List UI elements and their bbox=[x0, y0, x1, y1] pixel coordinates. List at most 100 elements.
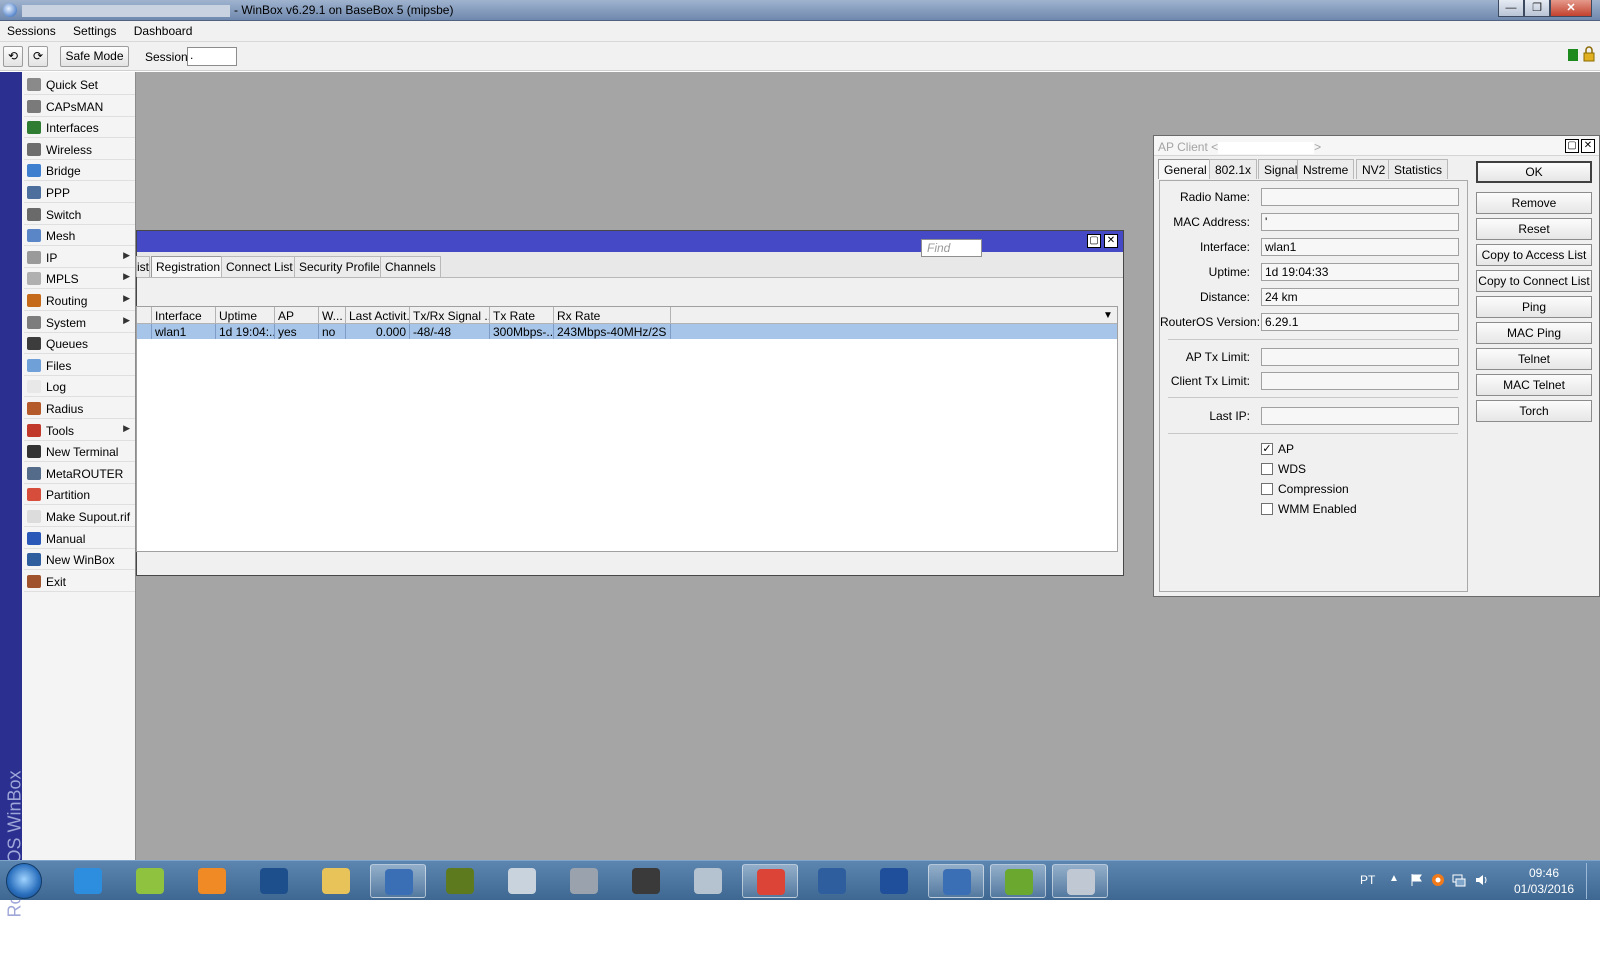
ping-button[interactable]: Ping bbox=[1476, 296, 1592, 318]
ok-button[interactable]: OK bbox=[1476, 161, 1592, 183]
wireless-maximize-icon[interactable]: ▢ bbox=[1087, 234, 1101, 248]
taskbar-app-winbox-taskbar[interactable] bbox=[370, 864, 426, 898]
tab-8021x[interactable]: 802.1x bbox=[1209, 159, 1258, 179]
undo-button[interactable]: ⟲ bbox=[3, 46, 23, 67]
ap-client-titlebar[interactable]: AP Client < > ▢ ✕ bbox=[1154, 136, 1599, 156]
avast-icon[interactable] bbox=[1431, 873, 1445, 887]
sidebar-item-switch[interactable]: Switch bbox=[24, 204, 135, 225]
sidebar-item-quick-set[interactable]: Quick Set bbox=[24, 74, 135, 95]
taskbar-app-network-tool[interactable] bbox=[804, 864, 860, 898]
wds-checkbox[interactable] bbox=[1261, 463, 1273, 475]
column-header-last-activity[interactable]: Last Activit... bbox=[346, 307, 410, 324]
sidebar-item-partition[interactable]: Partition bbox=[24, 484, 135, 506]
show-desktop-button[interactable] bbox=[1586, 863, 1598, 899]
mac-telnet-button[interactable]: MAC Telnet bbox=[1476, 374, 1592, 396]
menu-sessions[interactable]: Sessions bbox=[0, 21, 63, 38]
language-indicator[interactable]: PT bbox=[1360, 873, 1375, 887]
taskbar-app-usb-stick[interactable] bbox=[556, 864, 612, 898]
mac-ping-button[interactable]: MAC Ping bbox=[1476, 322, 1592, 344]
sidebar-item-interfaces[interactable]: Interfaces bbox=[24, 117, 135, 139]
column-header-wds[interactable]: W... bbox=[319, 307, 346, 324]
redo-button[interactable]: ⟳ bbox=[28, 46, 48, 67]
sidebar-item-manual[interactable]: Manual bbox=[24, 528, 135, 549]
sidebar-item-exit[interactable]: Exit bbox=[24, 571, 135, 592]
reset-button[interactable]: Reset bbox=[1476, 218, 1592, 240]
sidebar-item-radius[interactable]: Radius bbox=[24, 398, 135, 419]
sidebar-item-metarouter[interactable]: MetaROUTER bbox=[24, 463, 135, 484]
table-row[interactable]: wlan1 1d 19:04:... yes no 0.000 -48/-48 … bbox=[137, 324, 1117, 339]
column-header-interface[interactable]: Interface bbox=[152, 307, 216, 324]
tab-channels[interactable]: Channels bbox=[380, 256, 441, 277]
taskbar-app-utorrent[interactable] bbox=[990, 864, 1046, 898]
columns-dropdown-icon[interactable]: ▼ bbox=[1099, 307, 1117, 324]
sidebar-item-tools[interactable]: Tools ▶ bbox=[24, 420, 135, 441]
tab-access-list[interactable]: ist bbox=[136, 256, 150, 277]
taskbar-app-network-computer[interactable] bbox=[680, 864, 736, 898]
menu-settings[interactable]: Settings bbox=[66, 21, 123, 38]
sidebar-item-wireless[interactable]: Wireless bbox=[24, 139, 135, 160]
compression-checkbox[interactable] bbox=[1261, 483, 1273, 495]
taskbar-app-internet-explorer[interactable] bbox=[60, 864, 116, 898]
start-button[interactable] bbox=[6, 863, 42, 899]
taskbar-app-file-explorer[interactable] bbox=[308, 864, 364, 898]
sidebar-item-files[interactable]: Files bbox=[24, 355, 135, 376]
ap-client-close-icon[interactable]: ✕ bbox=[1581, 139, 1595, 153]
telnet-button[interactable]: Telnet bbox=[1476, 348, 1592, 370]
copy-to-access-list-button[interactable]: Copy to Access List bbox=[1476, 244, 1592, 266]
sidebar-item-ip[interactable]: IP ▶ bbox=[24, 247, 135, 268]
taskbar-app-pen-tool[interactable] bbox=[618, 864, 674, 898]
taskbar-app-sketch-app[interactable] bbox=[1052, 864, 1108, 898]
taskbar-app-dreamweaver[interactable] bbox=[432, 864, 488, 898]
ap-client-maximize-icon[interactable]: ▢ bbox=[1565, 139, 1579, 153]
torch-button[interactable]: Torch bbox=[1476, 400, 1592, 422]
safe-mode-button[interactable]: Safe Mode bbox=[60, 46, 129, 67]
taskbar-app-calculator[interactable] bbox=[494, 864, 550, 898]
copy-to-connect-list-button[interactable]: Copy to Connect List bbox=[1476, 270, 1592, 292]
tab-nv2[interactable]: NV2 bbox=[1356, 159, 1392, 179]
tab-nstreme[interactable]: Nstreme bbox=[1297, 159, 1355, 179]
column-header-signal[interactable]: Tx/Rx Signal ... bbox=[410, 307, 490, 324]
session-input[interactable]: . bbox=[187, 47, 237, 66]
sidebar-item-ppp[interactable]: PPP bbox=[24, 182, 135, 203]
show-hidden-icons[interactable]: ▲ bbox=[1389, 873, 1399, 884]
action-center-flag-icon[interactable] bbox=[1410, 873, 1424, 887]
sidebar-item-new-winbox[interactable]: New WinBox bbox=[24, 549, 135, 571]
sidebar-item-bridge[interactable]: Bridge bbox=[24, 160, 135, 182]
column-header-uptime[interactable]: Uptime bbox=[216, 307, 275, 324]
menu-dashboard[interactable]: Dashboard bbox=[127, 21, 200, 38]
taskbar-app-winbox-taskbar-2[interactable] bbox=[928, 864, 984, 898]
maximize-button[interactable]: ❐ bbox=[1524, 0, 1550, 17]
sidebar-item-mpls[interactable]: MPLS ▶ bbox=[24, 268, 135, 290]
taskbar-app-photoshop[interactable] bbox=[246, 864, 302, 898]
ap-checkbox[interactable]: ✓ bbox=[1261, 443, 1273, 455]
taskbar-app-notepadpp[interactable] bbox=[122, 864, 178, 898]
taskbar-app-chrome[interactable] bbox=[742, 864, 798, 898]
tab-general[interactable]: General bbox=[1158, 159, 1213, 179]
wmm-enabled-checkbox[interactable] bbox=[1261, 503, 1273, 515]
close-button[interactable]: ✕ bbox=[1550, 0, 1592, 17]
tab-statistics[interactable]: Statistics bbox=[1388, 159, 1449, 179]
sidebar-item-mesh[interactable]: Mesh bbox=[24, 225, 135, 247]
volume-icon[interactable] bbox=[1474, 873, 1488, 887]
sidebar-item-system[interactable]: System ▶ bbox=[24, 312, 135, 333]
tab-registration[interactable]: Registration bbox=[151, 256, 226, 278]
sidebar-item-routing[interactable]: Routing ▶ bbox=[24, 290, 135, 311]
tab-connect-list[interactable]: Connect List bbox=[221, 256, 298, 277]
column-header-rx-rate[interactable]: Rx Rate bbox=[554, 307, 671, 324]
taskbar-app-usb-util[interactable] bbox=[866, 864, 922, 898]
sidebar-item-queues[interactable]: Queues bbox=[24, 333, 135, 355]
network-icon[interactable] bbox=[1452, 873, 1466, 887]
column-header-ap[interactable]: AP bbox=[275, 307, 319, 324]
remove-button[interactable]: Remove bbox=[1476, 192, 1592, 214]
find-input[interactable]: Find bbox=[921, 239, 982, 257]
system-clock[interactable]: 09:46 01/03/2016 bbox=[1508, 865, 1580, 897]
sidebar-item-new-terminal[interactable]: New Terminal bbox=[24, 441, 135, 463]
tab-security-profiles[interactable]: Security Profiles bbox=[294, 256, 391, 277]
sidebar-item-capsman[interactable]: CAPsMAN bbox=[24, 96, 135, 117]
column-header-tx-rate[interactable]: Tx Rate bbox=[490, 307, 554, 324]
sidebar-item-log[interactable]: Log bbox=[24, 376, 135, 398]
sidebar-item-make-supout-rif[interactable]: Make Supout.rif bbox=[24, 506, 135, 527]
taskbar-app-media-player[interactable] bbox=[184, 864, 240, 898]
minimize-button[interactable]: — bbox=[1498, 0, 1524, 17]
wireless-close-icon[interactable]: ✕ bbox=[1104, 234, 1118, 248]
